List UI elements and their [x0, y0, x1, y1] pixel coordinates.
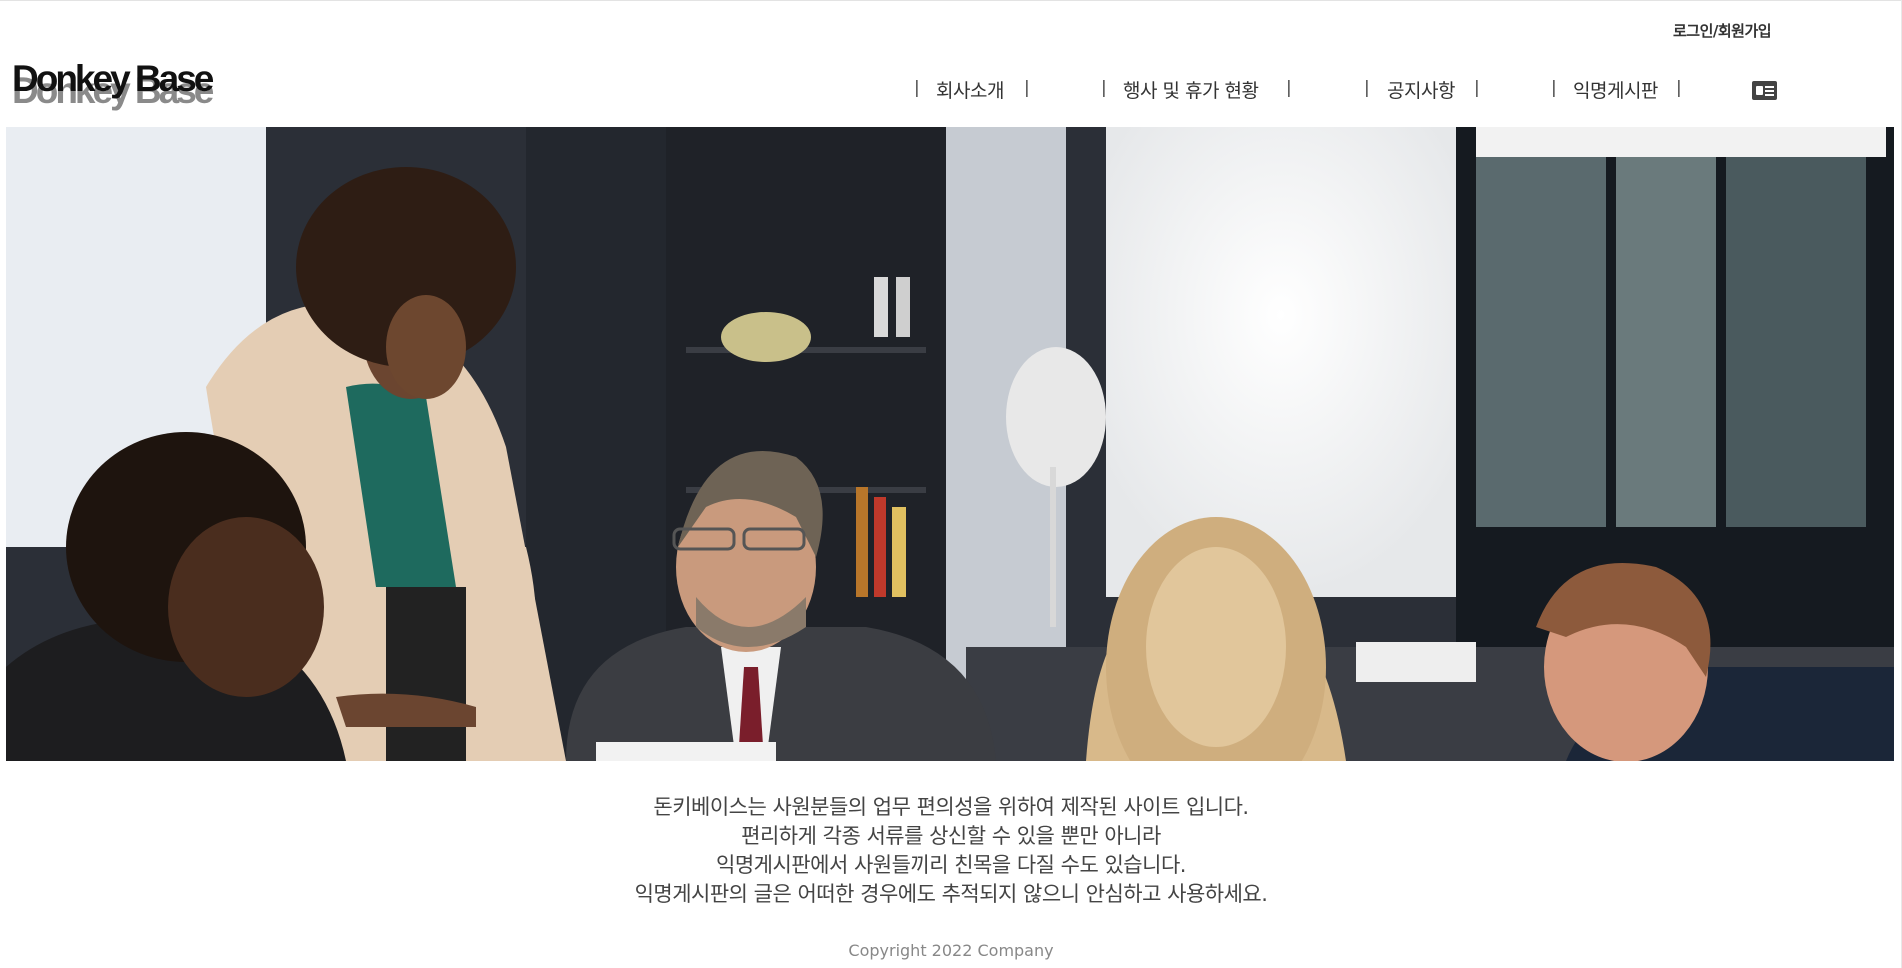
- id-card-icon[interactable]: [1752, 81, 1777, 100]
- nav-separator: |: [1474, 78, 1480, 98]
- hero-image: [6, 127, 1894, 761]
- intro-line: 익명게시판에서 사원들끼리 친목을 다질 수도 있습니다.: [716, 853, 1186, 877]
- nav-separator: |: [1286, 78, 1292, 98]
- nav-item-anonymous-board[interactable]: 익명게시판: [1573, 76, 1658, 103]
- intro-text: 돈키베이스는 사원분들의 업무 편의성을 위하여 제작된 사이트 입니다. 편리…: [0, 793, 1902, 909]
- intro-line: 돈키베이스는 사원분들의 업무 편의성을 위하여 제작된 사이트 입니다.: [653, 795, 1249, 819]
- nav-separator: |: [1676, 78, 1682, 98]
- copyright-text: Copyright 2022 Company: [848, 941, 1054, 960]
- intro-line: 편리하게 각종 서류를 상신할 수 있을 뿐만 아니라: [741, 824, 1161, 848]
- top-border: [0, 0, 1902, 1]
- login-signup-link[interactable]: 로그인/회원가입: [1673, 20, 1772, 41]
- nav-item-notices[interactable]: 공지사항: [1387, 76, 1455, 103]
- nav-item-company-intro[interactable]: 회사소개: [936, 76, 1004, 103]
- nav-separator: |: [1551, 78, 1557, 98]
- nav-separator: |: [914, 78, 920, 98]
- nav-item-events-leave[interactable]: 행사 및 휴가 현황: [1123, 76, 1259, 103]
- nav-separator: |: [1024, 78, 1030, 98]
- intro-line: 익명게시판의 글은 어떠한 경우에도 추적되지 않으니 안심하고 사용하세요.: [634, 882, 1268, 906]
- nav-separator: |: [1364, 78, 1370, 98]
- main-nav: | 회사소개 | | 행사 및 휴가 현황 | | 공지사항 | | 익명게시판…: [0, 76, 1902, 106]
- nav-separator: |: [1101, 78, 1107, 98]
